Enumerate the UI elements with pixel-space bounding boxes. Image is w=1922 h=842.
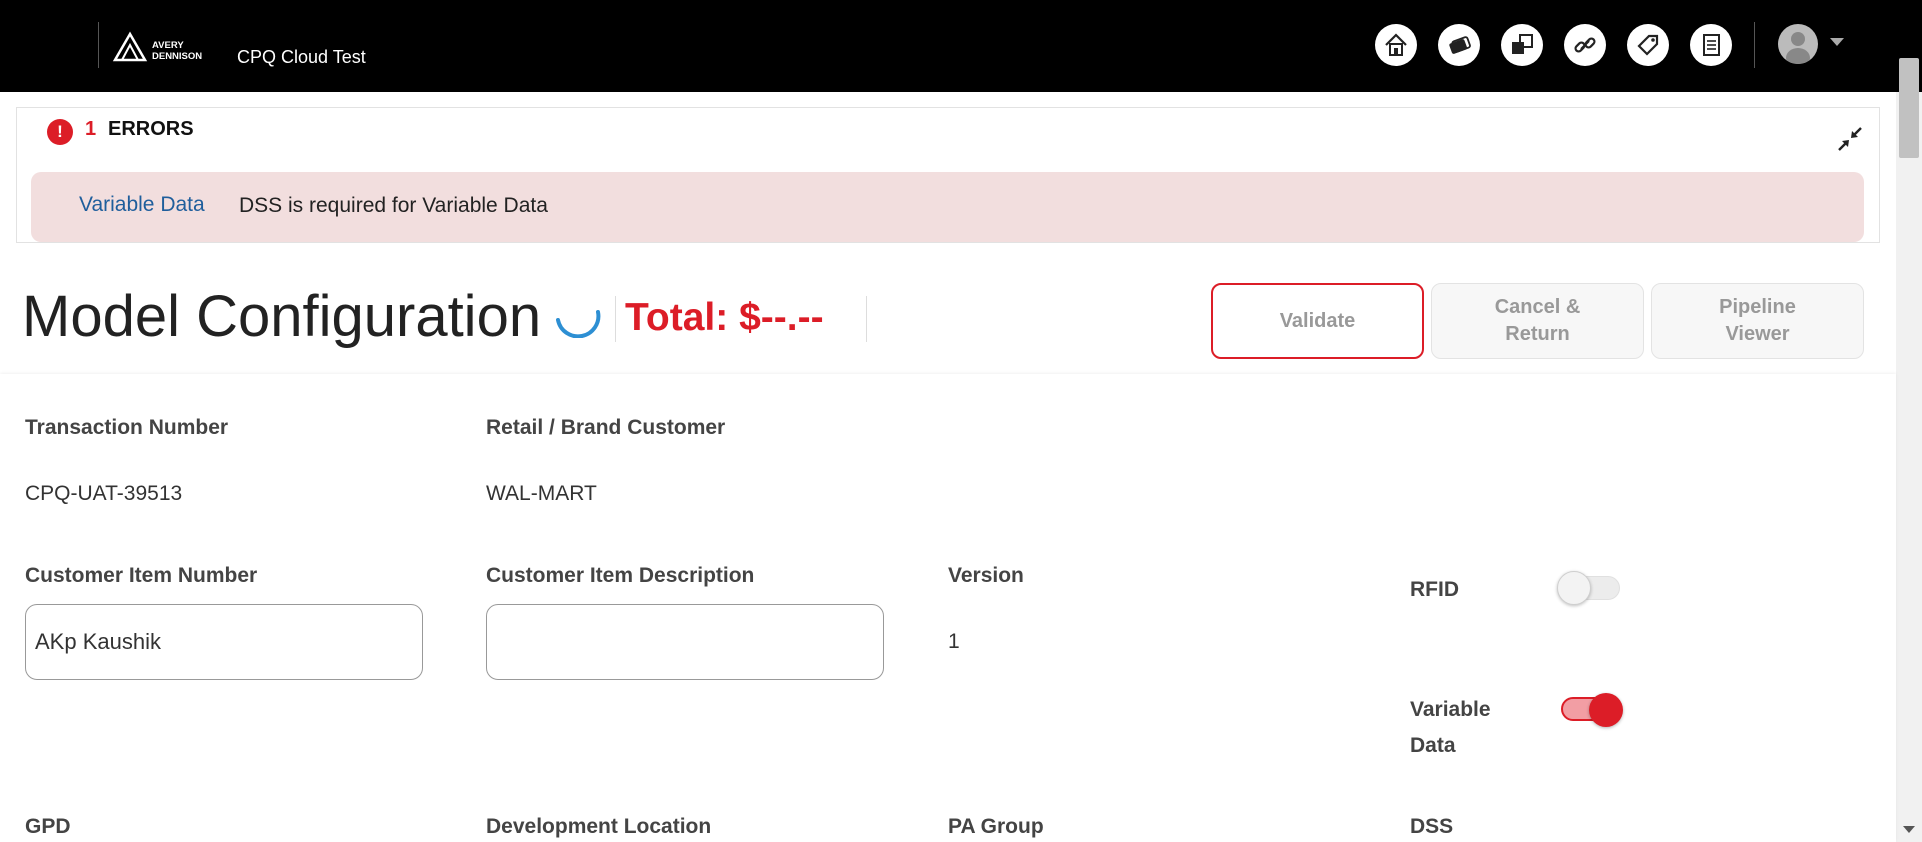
chevron-down-icon[interactable] [1830,38,1844,46]
rfid-toggle-knob [1557,571,1591,605]
error-field-link[interactable]: Variable Data [79,193,205,217]
rfid-toggle[interactable] [1557,571,1620,605]
transaction-number-label: Transaction Number [25,416,229,439]
error-message-text: DSS is required for Variable Data [239,194,548,217]
error-count: 1 [85,118,97,140]
quotes-icon[interactable] [1438,24,1480,66]
error-alert-icon: ! [47,119,73,145]
dss-label: DSS [1410,815,1454,838]
variable-data-toggle-knob [1589,693,1623,727]
customer-item-number-input[interactable] [25,604,423,680]
loading-spinner-icon [554,298,604,339]
version-label: Version [948,564,1024,587]
collapse-icon[interactable] [1835,124,1865,154]
variable-data-toggle[interactable] [1561,693,1623,727]
customer-item-number-label: Customer Item Number [25,564,258,587]
app-title: CPQ Cloud Test [237,47,366,67]
top-navigation-bar: AVERY DENNISON CPQ Cloud Test [0,0,1922,92]
cancel-return-button[interactable]: Cancel & Return [1431,283,1644,359]
customer-item-description-label: Customer Item Description [486,564,755,587]
gpd-label: GPD [25,815,71,838]
retail-brand-customer-label: Retail / Brand Customer [486,416,726,439]
pipeline-viewer-button[interactable]: Pipeline Viewer [1651,283,1864,359]
title-separator-right [866,296,867,342]
errors-panel: ! 1 ERRORS Variable Data DSS is required… [16,107,1880,243]
svg-text:AVERY: AVERY [152,40,184,51]
scrollbar-thumb[interactable] [1899,58,1919,158]
tag-icon[interactable] [1627,24,1669,66]
header-divider [98,22,99,68]
svg-text:DENNISON: DENNISON [152,51,202,62]
user-avatar-icon[interactable] [1778,24,1818,64]
configurator-icon[interactable] [1501,24,1543,66]
total-price: Total: $--.-- [625,296,824,339]
development-location-label: Development Location [486,815,712,838]
rfid-label: RFID [1410,578,1459,601]
pipeline-viewer-label: Pipeline Viewer [1719,296,1796,345]
home-icon[interactable] [1375,24,1417,66]
variable-data-label: Variable Data [1410,698,1491,757]
scroll-down-arrow-icon[interactable] [1903,826,1915,833]
transaction-number-value: CPQ-UAT-39513 [25,482,183,505]
customer-item-description-input[interactable] [486,604,884,680]
pa-group-label: PA Group [948,815,1044,838]
links-icon[interactable] [1564,24,1606,66]
validate-button[interactable]: Validate [1211,283,1424,359]
configuration-form: Transaction Number CPQ-UAT-39513 Retail … [0,374,1896,842]
header-divider-right [1754,22,1755,68]
page-scrollbar[interactable] [1896,92,1922,842]
retail-brand-customer-value: WAL-MART [486,482,597,505]
documents-icon[interactable] [1690,24,1732,66]
avery-dennison-logo[interactable]: AVERY DENNISON [112,30,220,64]
logo-mark-icon: AVERY DENNISON [112,31,202,62]
version-value: 1 [948,630,960,653]
error-message-banner: Variable Data DSS is required for Variab… [31,172,1864,242]
cancel-return-label: Cancel & Return [1494,296,1581,345]
title-separator [615,296,616,342]
page-title: Model Configuration [22,284,542,349]
errors-heading: ERRORS [108,118,194,140]
